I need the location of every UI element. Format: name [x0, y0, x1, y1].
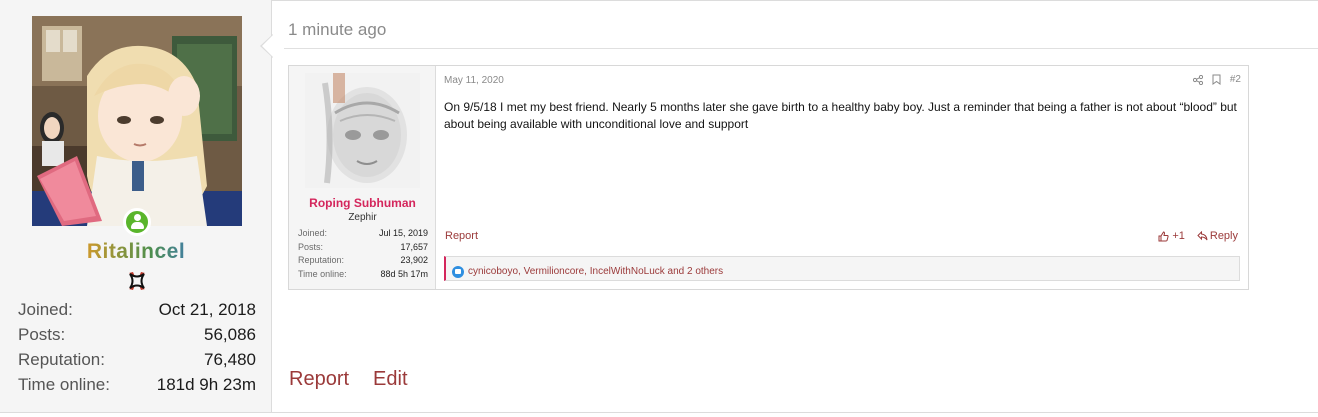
- quoted-post-body: May 11, 2020 #2 On 9/5/18 I met my best …: [444, 66, 1247, 289]
- quoted-user-stats: Joined: Jul 15, 2019 Posts: 17,657 Reput…: [298, 228, 428, 282]
- author-stat-time-online: Time online: 181d 9h 23m: [18, 375, 256, 400]
- stat-label: Posts:: [18, 325, 66, 344]
- author-stat-reputation: Reputation: 76,480: [18, 350, 256, 375]
- bookmark-icon[interactable]: [1212, 74, 1221, 85]
- stat-label: Reputation:: [298, 255, 345, 265]
- stat-label: Posts:: [298, 241, 324, 252]
- like-count: +1: [1172, 230, 1185, 242]
- stat-value: 56,086: [204, 325, 256, 344]
- stat-label: Time online:: [298, 268, 347, 279]
- quoted-stat-joined: Joined: Jul 15, 2019: [298, 228, 428, 242]
- quoted-report-link[interactable]: Report: [445, 230, 478, 242]
- embedded-post: Roping Subhuman Zephir Joined: Jul 15, 2…: [288, 65, 1249, 290]
- quoted-post-date[interactable]: May 11, 2020: [444, 75, 504, 86]
- reactions-bar[interactable]: cynicoboyo, Vermilioncore, IncelWithNoLu…: [444, 256, 1240, 281]
- stat-value: 181d 9h 23m: [156, 375, 256, 394]
- quoted-stat-posts: Posts: 17,657: [298, 242, 428, 256]
- reactions-list[interactable]: cynicoboyo, Vermilioncore, IncelWithNoLu…: [468, 266, 723, 277]
- stat-label: Joined:: [298, 228, 328, 238]
- quoted-post-text: On 9/5/18 I met my best friend. Nearly 5…: [444, 100, 1237, 131]
- quoted-stat-reputation: Reputation: 23,902: [298, 255, 428, 269]
- reply-label: Reply: [1209, 230, 1238, 242]
- thumbs-up-icon: [1158, 230, 1169, 241]
- post-footer-actions: Report Edit: [289, 368, 408, 391]
- author-stat-posts: Posts: 56,086: [18, 325, 256, 350]
- like-reaction-icon: [452, 265, 464, 278]
- report-link[interactable]: Report: [289, 368, 349, 391]
- author-avatar-image: [32, 16, 242, 226]
- quoted-username[interactable]: Roping Subhuman: [289, 196, 436, 210]
- author-avatar[interactable]: [32, 16, 242, 226]
- edit-link[interactable]: Edit: [373, 368, 407, 391]
- author-username[interactable]: Ritalincel: [0, 240, 272, 264]
- anger-symbol-icon: [129, 272, 145, 290]
- quoted-avatar-image: [305, 73, 420, 188]
- stat-value: 76,480: [204, 350, 256, 369]
- reply-button[interactable]: Reply: [1197, 230, 1238, 242]
- stat-value: 23,902: [400, 255, 428, 265]
- stat-value: 88d 5h 17m: [380, 268, 428, 279]
- divider: [284, 48, 1318, 49]
- share-icon[interactable]: [1192, 74, 1203, 85]
- quoted-user-title: Zephir: [348, 212, 377, 223]
- stat-value: Jul 15, 2019: [378, 228, 428, 238]
- message-content: 1 minute ago Roping Subhuman Zephir Join…: [272, 0, 1318, 413]
- author-stats: Joined: Oct 21, 2018 Posts: 56,086 Reput…: [18, 300, 256, 400]
- post-time-ago[interactable]: 1 minute ago: [288, 20, 386, 40]
- stat-value: Oct 21, 2018: [158, 300, 256, 319]
- stat-value: 17,657: [400, 241, 428, 252]
- quoted-user-avatar[interactable]: [305, 73, 420, 188]
- quoted-post-tools: #2: [1192, 74, 1241, 85]
- author-sidebar: Ritalincel Joined: Oct 21, 2018 Posts: 5…: [0, 0, 272, 413]
- quoted-user-sidebar: Roping Subhuman Zephir Joined: Jul 15, 2…: [289, 66, 436, 289]
- stat-label: Joined:: [18, 300, 73, 319]
- like-button[interactable]: +1: [1158, 230, 1185, 242]
- quoted-stat-time-online: Time online: 88d 5h 17m: [298, 269, 428, 283]
- post-number[interactable]: #2: [1230, 74, 1241, 85]
- quoted-post-actions: +1 Reply: [1158, 230, 1238, 242]
- user-online-icon: [123, 208, 151, 236]
- author-stat-joined: Joined: Oct 21, 2018: [18, 300, 256, 325]
- stat-label: Time online:: [18, 375, 110, 394]
- reply-icon: [1197, 231, 1208, 241]
- stat-label: Reputation:: [18, 350, 105, 369]
